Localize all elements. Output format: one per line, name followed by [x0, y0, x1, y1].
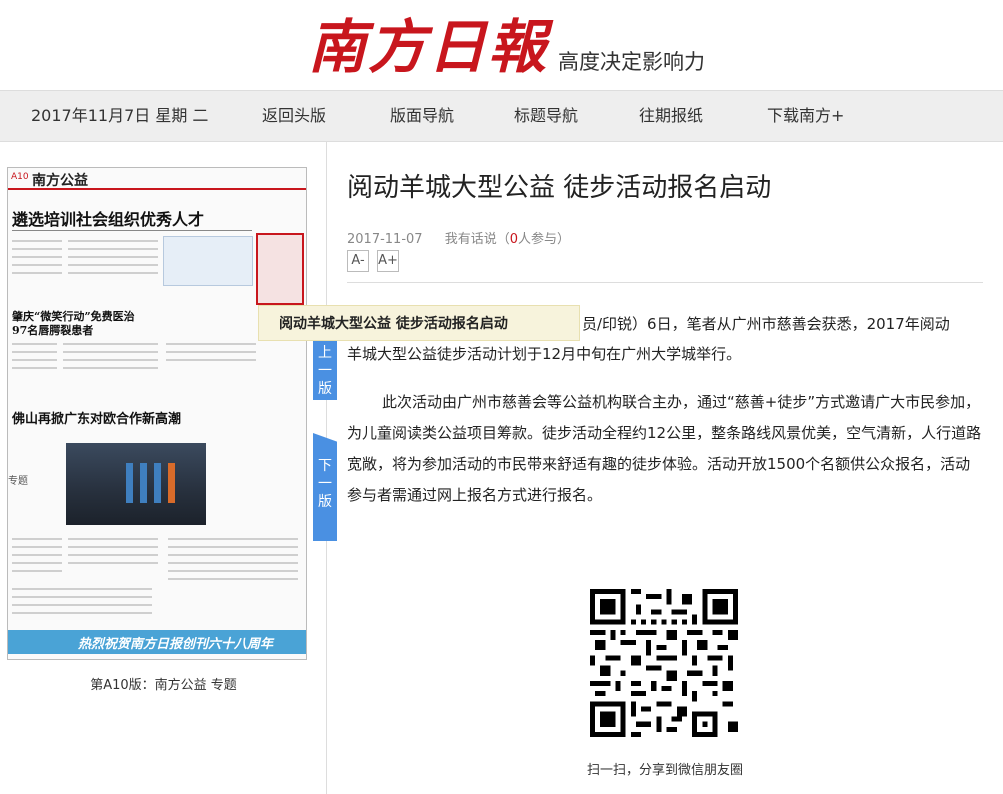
- thumb-text-block: [168, 538, 298, 540]
- comment-suffix: 人参与）: [518, 232, 571, 247]
- thumb-current-article-highlight[interactable]: [256, 233, 304, 305]
- thumb-text-block: [12, 343, 57, 345]
- thumb-text-block: [12, 596, 152, 598]
- thumb-headline[interactable]: 佛山再掀广东对欧合作新高潮: [12, 408, 181, 427]
- thumb-text-block: [168, 578, 298, 580]
- nav-download-app[interactable]: 下载南方+: [767, 91, 844, 141]
- thumb-text-block: [68, 256, 158, 258]
- thumb-news-photo: [66, 443, 206, 525]
- thumb-text-block: [12, 612, 152, 614]
- thumb-text-block: [68, 546, 158, 548]
- thumb-text-block: [68, 248, 158, 250]
- thumb-text-block: [63, 359, 158, 361]
- thumb-text-block: [12, 272, 62, 274]
- thumb-text-block: [68, 538, 158, 540]
- thumb-page-header: A10 南方公益: [8, 168, 306, 190]
- thumb-text-block: [12, 240, 62, 242]
- article-paragraph: 羊城大型公益徒步活动计划于12月中旬在广州大学城举行。: [347, 345, 742, 363]
- thumb-text-block: [12, 562, 62, 564]
- thumb-info-box: [163, 236, 253, 286]
- thumb-text-block: [12, 256, 62, 258]
- thumb-text-block: [168, 554, 298, 556]
- article-paragraph: 此次活动由广州市慈善会等公益机构联合主办，通过“慈善+徒步”方式邀请广大市民参加…: [347, 393, 982, 504]
- logo-slogan: 高度决定影响力: [558, 50, 706, 74]
- thumb-text-block: [12, 538, 62, 540]
- thumb-headline[interactable]: 97名唇腭裂患者: [12, 322, 93, 338]
- article-title: 阅动羊城大型公益 徒步活动报名启动: [347, 173, 772, 203]
- thumb-text-block: [166, 359, 256, 361]
- thumb-text-block: [12, 367, 57, 369]
- thumb-text-block: [63, 367, 158, 369]
- thumb-text-block: [12, 546, 62, 548]
- qr-share-caption: 扫一扫，分享到微信朋友圈: [586, 763, 743, 778]
- article-date: 2017-11-07: [347, 232, 423, 247]
- font-decrease-button[interactable]: A-: [347, 250, 369, 272]
- thumb-banner-text: 热烈祝贺南方日报创刊六十八周年: [78, 637, 274, 652]
- article-hover-tooltip: 阅动羊城大型公益 徒步活动报名启动: [258, 305, 580, 341]
- thumb-text-block: [168, 570, 298, 572]
- newspaper-page-thumbnail[interactable]: A10 南方公益 遴选培训社会组织优秀人才 肇庆“微笑行动”免费医治 97名唇腭…: [7, 167, 307, 660]
- thumb-text-block: [168, 562, 298, 564]
- wechat-qr-code: [590, 589, 738, 737]
- masthead: 南方日報 高度决定影响力: [0, 0, 1003, 90]
- thumb-text-block: [68, 240, 158, 242]
- meta-divider: [347, 282, 983, 283]
- thumb-text-block: [63, 343, 158, 345]
- thumb-text-block: [166, 343, 256, 345]
- thumb-text-block: [12, 554, 62, 556]
- nav-title-index[interactable]: 标题导航: [514, 91, 578, 141]
- thumb-text-block: [68, 554, 158, 556]
- top-nav: 2017年11月7日 星期 二 返回头版 版面导航 标题导航 往期报纸 下载南方…: [0, 90, 1003, 142]
- issue-date: 2017年11月7日 星期 二: [31, 106, 209, 125]
- nav-past-issues[interactable]: 往期报纸: [639, 91, 703, 141]
- thumb-text-block: [12, 604, 152, 606]
- thumb-text-block: [63, 351, 158, 353]
- article-panel: 阅动羊城大型公益 徒步活动报名启动 2017-11-07 我有话说（0人参与） …: [327, 142, 1003, 794]
- thumb-text-block: [68, 562, 158, 564]
- logo-wordmark: 南方日報: [308, 13, 549, 81]
- thumb-text-block: [12, 351, 57, 353]
- article-meta: 2017-11-07 我有话说（0人参与）: [347, 228, 570, 247]
- thumb-rule: [12, 230, 252, 231]
- thumb-text-block: [68, 264, 158, 266]
- font-increase-button[interactable]: A+: [377, 250, 399, 272]
- nav-front-page[interactable]: 返回头版: [262, 91, 326, 141]
- thumb-text-block: [12, 570, 62, 572]
- thumb-page-number: A10: [11, 172, 29, 182]
- thumb-text-block: [12, 359, 57, 361]
- thumb-anniversary-banner: 热烈祝贺南方日报创刊六十八周年: [8, 630, 306, 654]
- page-caption[interactable]: 第A10版：南方公益 专题: [0, 674, 327, 693]
- thumb-text-block: [68, 272, 158, 274]
- thumb-text-block: [166, 351, 256, 353]
- comment-count: 0: [509, 232, 518, 247]
- thumb-text-block: [168, 546, 298, 548]
- thumb-headline[interactable]: 遴选培训社会组织优秀人才: [12, 206, 204, 230]
- thumb-text-block: [12, 588, 152, 590]
- thumb-text-block: [12, 264, 62, 266]
- thumb-section-label: 专题: [8, 476, 28, 487]
- thumb-section-name: 南方公益: [32, 173, 88, 189]
- page-preview-panel: A10 南方公益 遴选培训社会组织优秀人才 肇庆“微笑行动”免费医治 97名唇腭…: [0, 142, 327, 794]
- comment-link[interactable]: 我有话说（0人参与）: [445, 232, 570, 247]
- nav-page-index[interactable]: 版面导航: [390, 91, 454, 141]
- thumb-text-block: [12, 248, 62, 250]
- comment-prefix: 我有话说（: [444, 232, 510, 247]
- site-logo[interactable]: 南方日報 高度决定影响力: [308, 8, 705, 82]
